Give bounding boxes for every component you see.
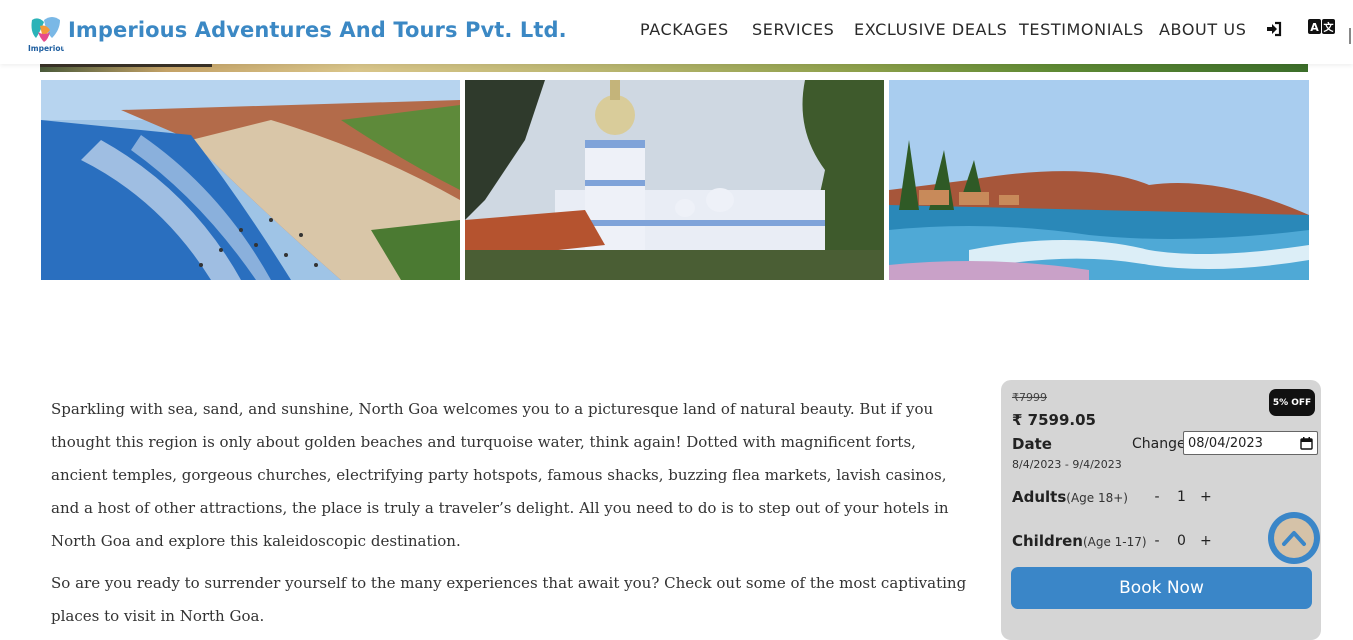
change-label: Change <box>1132 436 1186 452</box>
adults-count: 1 <box>1176 489 1186 505</box>
adults-age: (Age 18+) <box>1066 491 1128 505</box>
discount-badge: 5% OFF <box>1269 389 1315 416</box>
beach-coast-photo <box>41 80 460 280</box>
children-row: Children(Age 1-17) <box>1012 531 1147 550</box>
date-range: 8/4/2023 - 9/4/2023 <box>1012 458 1122 471</box>
white-church-photo <box>465 80 884 280</box>
children-count: 0 <box>1176 533 1186 549</box>
children-increment-button[interactable]: + <box>1200 533 1212 549</box>
nav-about-us[interactable]: ABOUT US <box>1159 20 1246 39</box>
date-label: Date <box>1012 435 1052 453</box>
scrollbar[interactable] <box>1349 28 1351 44</box>
logo-text: Imperious <box>28 44 64 53</box>
adults-increment-button[interactable]: + <box>1200 489 1212 505</box>
company-logo[interactable]: Imperious <box>28 14 64 54</box>
nav-testimonials[interactable]: TESTIMONIALS <box>1019 20 1144 39</box>
nav-exclusive-deals[interactable]: EXCLUSIVE DEALS <box>854 20 1007 39</box>
description-paragraph-1: Sparkling with sea, sand, and sunshine, … <box>51 400 949 550</box>
brand-name[interactable]: Imperious Adventures And Tours Pvt. Ltd. <box>68 18 567 42</box>
svg-text:A: A <box>1310 21 1319 34</box>
book-now-button[interactable]: Book Now <box>1011 567 1312 609</box>
date-value: 08/04/2023 <box>1188 435 1263 451</box>
description-paragraph-2: So are you ready to surrender yourself t… <box>51 574 967 625</box>
discounted-price: ₹ 7599.05 <box>1012 411 1096 429</box>
nav-services[interactable]: SERVICES <box>752 20 834 39</box>
children-decrement-button[interactable]: - <box>1151 533 1163 549</box>
translate-icon[interactable]: A 文 <box>1308 19 1336 35</box>
adults-label: Adults <box>1012 488 1067 506</box>
nav-packages[interactable]: PACKAGES <box>640 20 729 39</box>
children-age: (Age 1-17) <box>1082 535 1147 549</box>
children-stepper: - 0 + <box>1151 533 1212 549</box>
children-label: Children <box>1012 532 1083 550</box>
adults-decrement-button[interactable]: - <box>1151 489 1163 505</box>
scroll-to-top-inner <box>1274 518 1314 558</box>
calendar-icon[interactable] <box>1300 436 1313 450</box>
original-price: ₹7999 <box>1012 391 1047 404</box>
date-picker-input[interactable]: 08/04/2023 <box>1183 431 1318 455</box>
adults-row: Adults(Age 18+) <box>1012 487 1128 506</box>
site-header: Imperious Imperious Adventures And Tours… <box>0 0 1353 64</box>
login-icon[interactable] <box>1265 20 1283 38</box>
scroll-to-top-button[interactable] <box>1268 512 1320 564</box>
booking-card: ₹7999 ₹ 7599.05 5% OFF Date 8/4/2023 - 9… <box>1001 380 1321 640</box>
svg-text:文: 文 <box>1324 21 1335 34</box>
chevron-up-icon <box>1282 531 1306 546</box>
adults-stepper: - 1 + <box>1151 489 1212 505</box>
beach-waves-photo <box>889 80 1309 280</box>
